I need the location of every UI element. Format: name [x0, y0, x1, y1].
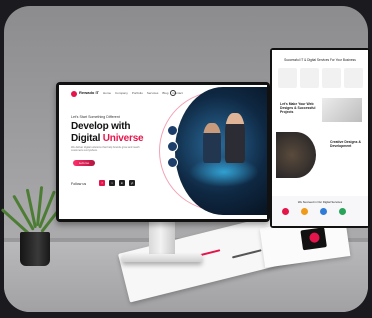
facebook-icon[interactable]: f	[99, 180, 105, 186]
floating-badge-icon	[167, 141, 178, 152]
nav-item[interactable]: Blog	[162, 91, 168, 95]
person-figure	[203, 123, 221, 163]
logo-icon	[71, 91, 77, 97]
service-card[interactable]	[322, 68, 341, 88]
preview-team-image	[276, 132, 316, 178]
person-figure	[225, 113, 245, 163]
feature-icon	[301, 208, 308, 215]
hero-title-line2: Digital Universe	[71, 133, 144, 144]
linkedin-icon[interactable]: in	[119, 180, 125, 186]
search-icon[interactable]	[170, 90, 176, 96]
follow-label: Follow us	[71, 182, 87, 186]
page-preview-screen: Successful IT & Digital Services For You…	[272, 50, 368, 226]
cta-button[interactable]: Let's Go	[73, 160, 95, 166]
hero-title-plain: Digital	[71, 133, 101, 144]
hero-kicker: Let's Start Something Different	[71, 115, 120, 119]
page-preview: Successful IT & Digital Services For You…	[270, 48, 370, 228]
hero-image	[175, 87, 267, 215]
preview-heading-2: Creative Designs & Development	[330, 140, 361, 148]
feature-icon	[339, 208, 346, 215]
hero-title-accent: Universe	[102, 133, 144, 144]
service-card[interactable]	[278, 68, 297, 88]
nav-item[interactable]: Portfolio	[132, 91, 143, 95]
feature-icon	[320, 208, 327, 215]
floating-badge-icon	[167, 157, 178, 168]
mockup-scene: Rewado IT Home Company Portfolio Service…	[0, 0, 372, 318]
youtube-icon[interactable]: yt	[129, 180, 135, 186]
preview-image	[322, 98, 362, 122]
monitor-base	[122, 254, 202, 262]
floating-badge-icon	[167, 125, 178, 136]
nav-item[interactable]: Company	[115, 91, 128, 95]
monitor: Rewado IT Home Company Portfolio Service…	[56, 82, 270, 222]
service-card[interactable]	[344, 68, 363, 88]
service-cards	[278, 68, 363, 88]
hero-title-line1: Develop with	[71, 121, 131, 132]
preview-feature-icons	[282, 208, 346, 215]
hero-description: We deliver digital solutions that help b…	[71, 146, 140, 153]
social-links: f t in yt	[99, 180, 135, 186]
preview-title: Successful IT & Digital Services For You…	[284, 58, 356, 62]
feature-icon	[282, 208, 289, 215]
service-card[interactable]	[300, 68, 319, 88]
preview-banner-title: We Succeed in Our Digital Services	[297, 200, 343, 204]
nav-item[interactable]: Services	[147, 91, 159, 95]
preview-heading: Let's Make Your Web Designs & Successful…	[280, 102, 316, 114]
twitter-icon[interactable]: t	[109, 180, 115, 186]
website-screen: Rewado IT Home Company Portfolio Service…	[59, 85, 267, 219]
plant-pot	[20, 232, 50, 266]
site-logo[interactable]: Rewado IT	[79, 90, 99, 95]
nav-item[interactable]: Home	[103, 91, 111, 95]
monitor-stand	[149, 222, 175, 256]
